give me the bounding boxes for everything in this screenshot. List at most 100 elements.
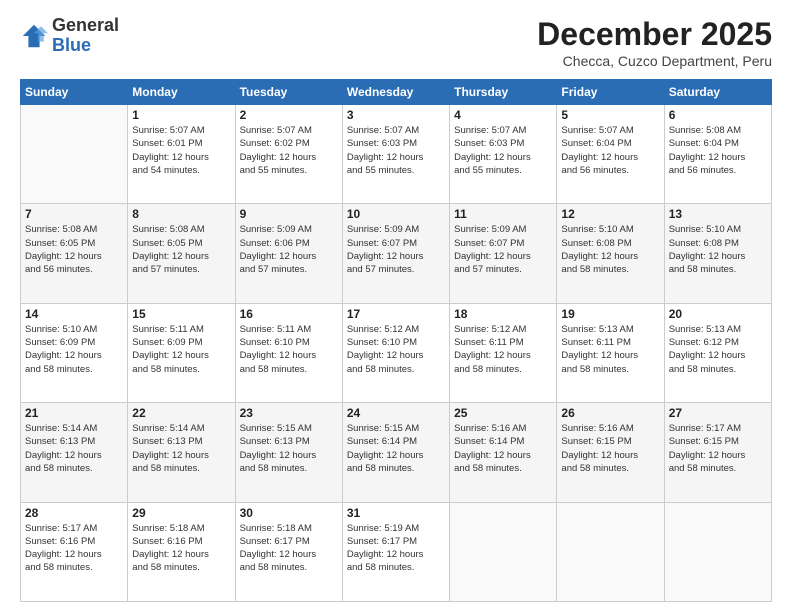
calendar-week-row: 1Sunrise: 5:07 AM Sunset: 6:01 PM Daylig… [21,105,772,204]
table-row: 18 Sunrise: 5:12 AM Sunset: 6:11 PM Dayli… [450,303,557,402]
logo: General Blue [20,16,119,56]
calendar-week-row: 28 Sunrise: 5:17 AM Sunset: 6:16 PM Dayli… [21,502,772,601]
table-row: 5 Sunrise: 5:07 AM Sunset: 6:04 PM Daylig… [557,105,664,204]
day-number: 8 [132,207,230,221]
table-row: 1Sunrise: 5:07 AM Sunset: 6:01 PM Daylig… [128,105,235,204]
table-row: 8 Sunrise: 5:08 AM Sunset: 6:05 PM Daylig… [128,204,235,303]
table-row: 28 Sunrise: 5:17 AM Sunset: 6:16 PM Dayli… [21,502,128,601]
title-block: December 2025 Checca, Cuzco Department, … [537,16,772,69]
table-row: 11 Sunrise: 5:09 AM Sunset: 6:07 PM Dayli… [450,204,557,303]
table-row: 17 Sunrise: 5:12 AM Sunset: 6:10 PM Dayli… [342,303,449,402]
table-row: 12 Sunrise: 5:10 AM Sunset: 6:08 PM Dayli… [557,204,664,303]
table-row [450,502,557,601]
day-info: Sunrise: 5:09 AM Sunset: 6:07 PM Dayligh… [454,223,552,276]
day-number: 13 [669,207,767,221]
calendar-week-row: 7 Sunrise: 5:08 AM Sunset: 6:05 PM Daylig… [21,204,772,303]
day-number: 30 [240,506,338,520]
day-info: Sunrise: 5:16 AM Sunset: 6:14 PM Dayligh… [454,422,552,475]
day-info: Sunrise: 5:07 AM Sunset: 6:03 PM Dayligh… [454,124,552,177]
page: General Blue December 2025 Checca, Cuzco… [0,0,792,612]
col-header-thursday: Thursday [450,80,557,105]
day-number: 25 [454,406,552,420]
day-info: Sunrise: 5:13 AM Sunset: 6:12 PM Dayligh… [669,323,767,376]
day-number: 7 [25,207,123,221]
day-number: 10 [347,207,445,221]
col-header-friday: Friday [557,80,664,105]
day-number: 6 [669,108,767,122]
table-row: 14Sunrise: 5:10 AM Sunset: 6:09 PM Dayli… [21,303,128,402]
day-info: Sunrise: 5:11 AM Sunset: 6:09 PM Dayligh… [132,323,230,376]
table-row: 31Sunrise: 5:19 AM Sunset: 6:17 PM Dayli… [342,502,449,601]
day-info: Sunrise: 5:08 AM Sunset: 6:05 PM Dayligh… [132,223,230,276]
day-number: 19 [561,307,659,321]
table-row: 2 Sunrise: 5:07 AM Sunset: 6:02 PM Daylig… [235,105,342,204]
day-info: Sunrise: 5:15 AM Sunset: 6:13 PM Dayligh… [240,422,338,475]
day-info: Sunrise: 5:07 AM Sunset: 6:02 PM Dayligh… [240,124,338,177]
header: General Blue December 2025 Checca, Cuzco… [20,16,772,69]
subtitle: Checca, Cuzco Department, Peru [537,53,772,69]
table-row: 29 Sunrise: 5:18 AM Sunset: 6:16 PM Dayli… [128,502,235,601]
day-number: 11 [454,207,552,221]
day-number: 17 [347,307,445,321]
day-number: 29 [132,506,230,520]
day-number: 15 [132,307,230,321]
logo-blue-text: Blue [52,36,119,56]
table-row: 15 Sunrise: 5:11 AM Sunset: 6:09 PM Dayli… [128,303,235,402]
day-info: Sunrise: 5:14 AM Sunset: 6:13 PM Dayligh… [132,422,230,475]
day-info: Sunrise: 5:18 AM Sunset: 6:16 PM Dayligh… [132,522,230,575]
table-row: 25 Sunrise: 5:16 AM Sunset: 6:14 PM Dayli… [450,403,557,502]
calendar-header-row: SundayMondayTuesdayWednesdayThursdayFrid… [21,80,772,105]
day-info: Sunrise: 5:07 AM Sunset: 6:04 PM Dayligh… [561,124,659,177]
day-number: 5 [561,108,659,122]
day-info: Sunrise: 5:09 AM Sunset: 6:06 PM Dayligh… [240,223,338,276]
table-row: 23 Sunrise: 5:15 AM Sunset: 6:13 PM Dayli… [235,403,342,502]
day-info: Sunrise: 5:17 AM Sunset: 6:16 PM Dayligh… [25,522,123,575]
table-row: 30 Sunrise: 5:18 AM Sunset: 6:17 PM Dayli… [235,502,342,601]
table-row: 13 Sunrise: 5:10 AM Sunset: 6:08 PM Dayli… [664,204,771,303]
day-info: Sunrise: 5:08 AM Sunset: 6:04 PM Dayligh… [669,124,767,177]
day-number: 22 [132,406,230,420]
table-row: 20Sunrise: 5:13 AM Sunset: 6:12 PM Dayli… [664,303,771,402]
day-number: 18 [454,307,552,321]
logo-text: General Blue [52,16,119,56]
table-row: 19 Sunrise: 5:13 AM Sunset: 6:11 PM Dayli… [557,303,664,402]
logo-icon [20,22,48,50]
table-row: 7Sunrise: 5:08 AM Sunset: 6:05 PM Daylig… [21,204,128,303]
table-row: 26 Sunrise: 5:16 AM Sunset: 6:15 PM Dayli… [557,403,664,502]
table-row: 9Sunrise: 5:09 AM Sunset: 6:06 PM Daylig… [235,204,342,303]
col-header-saturday: Saturday [664,80,771,105]
day-number: 21 [25,406,123,420]
day-number: 26 [561,406,659,420]
day-info: Sunrise: 5:12 AM Sunset: 6:11 PM Dayligh… [454,323,552,376]
day-number: 2 [240,108,338,122]
day-info: Sunrise: 5:13 AM Sunset: 6:11 PM Dayligh… [561,323,659,376]
col-header-monday: Monday [128,80,235,105]
table-row [21,105,128,204]
calendar-week-row: 14Sunrise: 5:10 AM Sunset: 6:09 PM Dayli… [21,303,772,402]
day-info: Sunrise: 5:11 AM Sunset: 6:10 PM Dayligh… [240,323,338,376]
col-header-wednesday: Wednesday [342,80,449,105]
table-row [557,502,664,601]
day-info: Sunrise: 5:10 AM Sunset: 6:09 PM Dayligh… [25,323,123,376]
table-row: 16Sunrise: 5:11 AM Sunset: 6:10 PM Dayli… [235,303,342,402]
day-info: Sunrise: 5:16 AM Sunset: 6:15 PM Dayligh… [561,422,659,475]
calendar-table: SundayMondayTuesdayWednesdayThursdayFrid… [20,79,772,602]
day-info: Sunrise: 5:18 AM Sunset: 6:17 PM Dayligh… [240,522,338,575]
day-info: Sunrise: 5:10 AM Sunset: 6:08 PM Dayligh… [561,223,659,276]
day-info: Sunrise: 5:15 AM Sunset: 6:14 PM Dayligh… [347,422,445,475]
day-info: Sunrise: 5:12 AM Sunset: 6:10 PM Dayligh… [347,323,445,376]
table-row: 27Sunrise: 5:17 AM Sunset: 6:15 PM Dayli… [664,403,771,502]
table-row: 21Sunrise: 5:14 AM Sunset: 6:13 PM Dayli… [21,403,128,502]
day-number: 24 [347,406,445,420]
day-number: 3 [347,108,445,122]
table-row: 22 Sunrise: 5:14 AM Sunset: 6:13 PM Dayli… [128,403,235,502]
month-title: December 2025 [537,16,772,53]
col-header-sunday: Sunday [21,80,128,105]
day-info: Sunrise: 5:17 AM Sunset: 6:15 PM Dayligh… [669,422,767,475]
day-number: 23 [240,406,338,420]
day-number: 12 [561,207,659,221]
day-info: Sunrise: 5:10 AM Sunset: 6:08 PM Dayligh… [669,223,767,276]
table-row: 4Sunrise: 5:07 AM Sunset: 6:03 PM Daylig… [450,105,557,204]
day-number: 28 [25,506,123,520]
day-info: Sunrise: 5:19 AM Sunset: 6:17 PM Dayligh… [347,522,445,575]
